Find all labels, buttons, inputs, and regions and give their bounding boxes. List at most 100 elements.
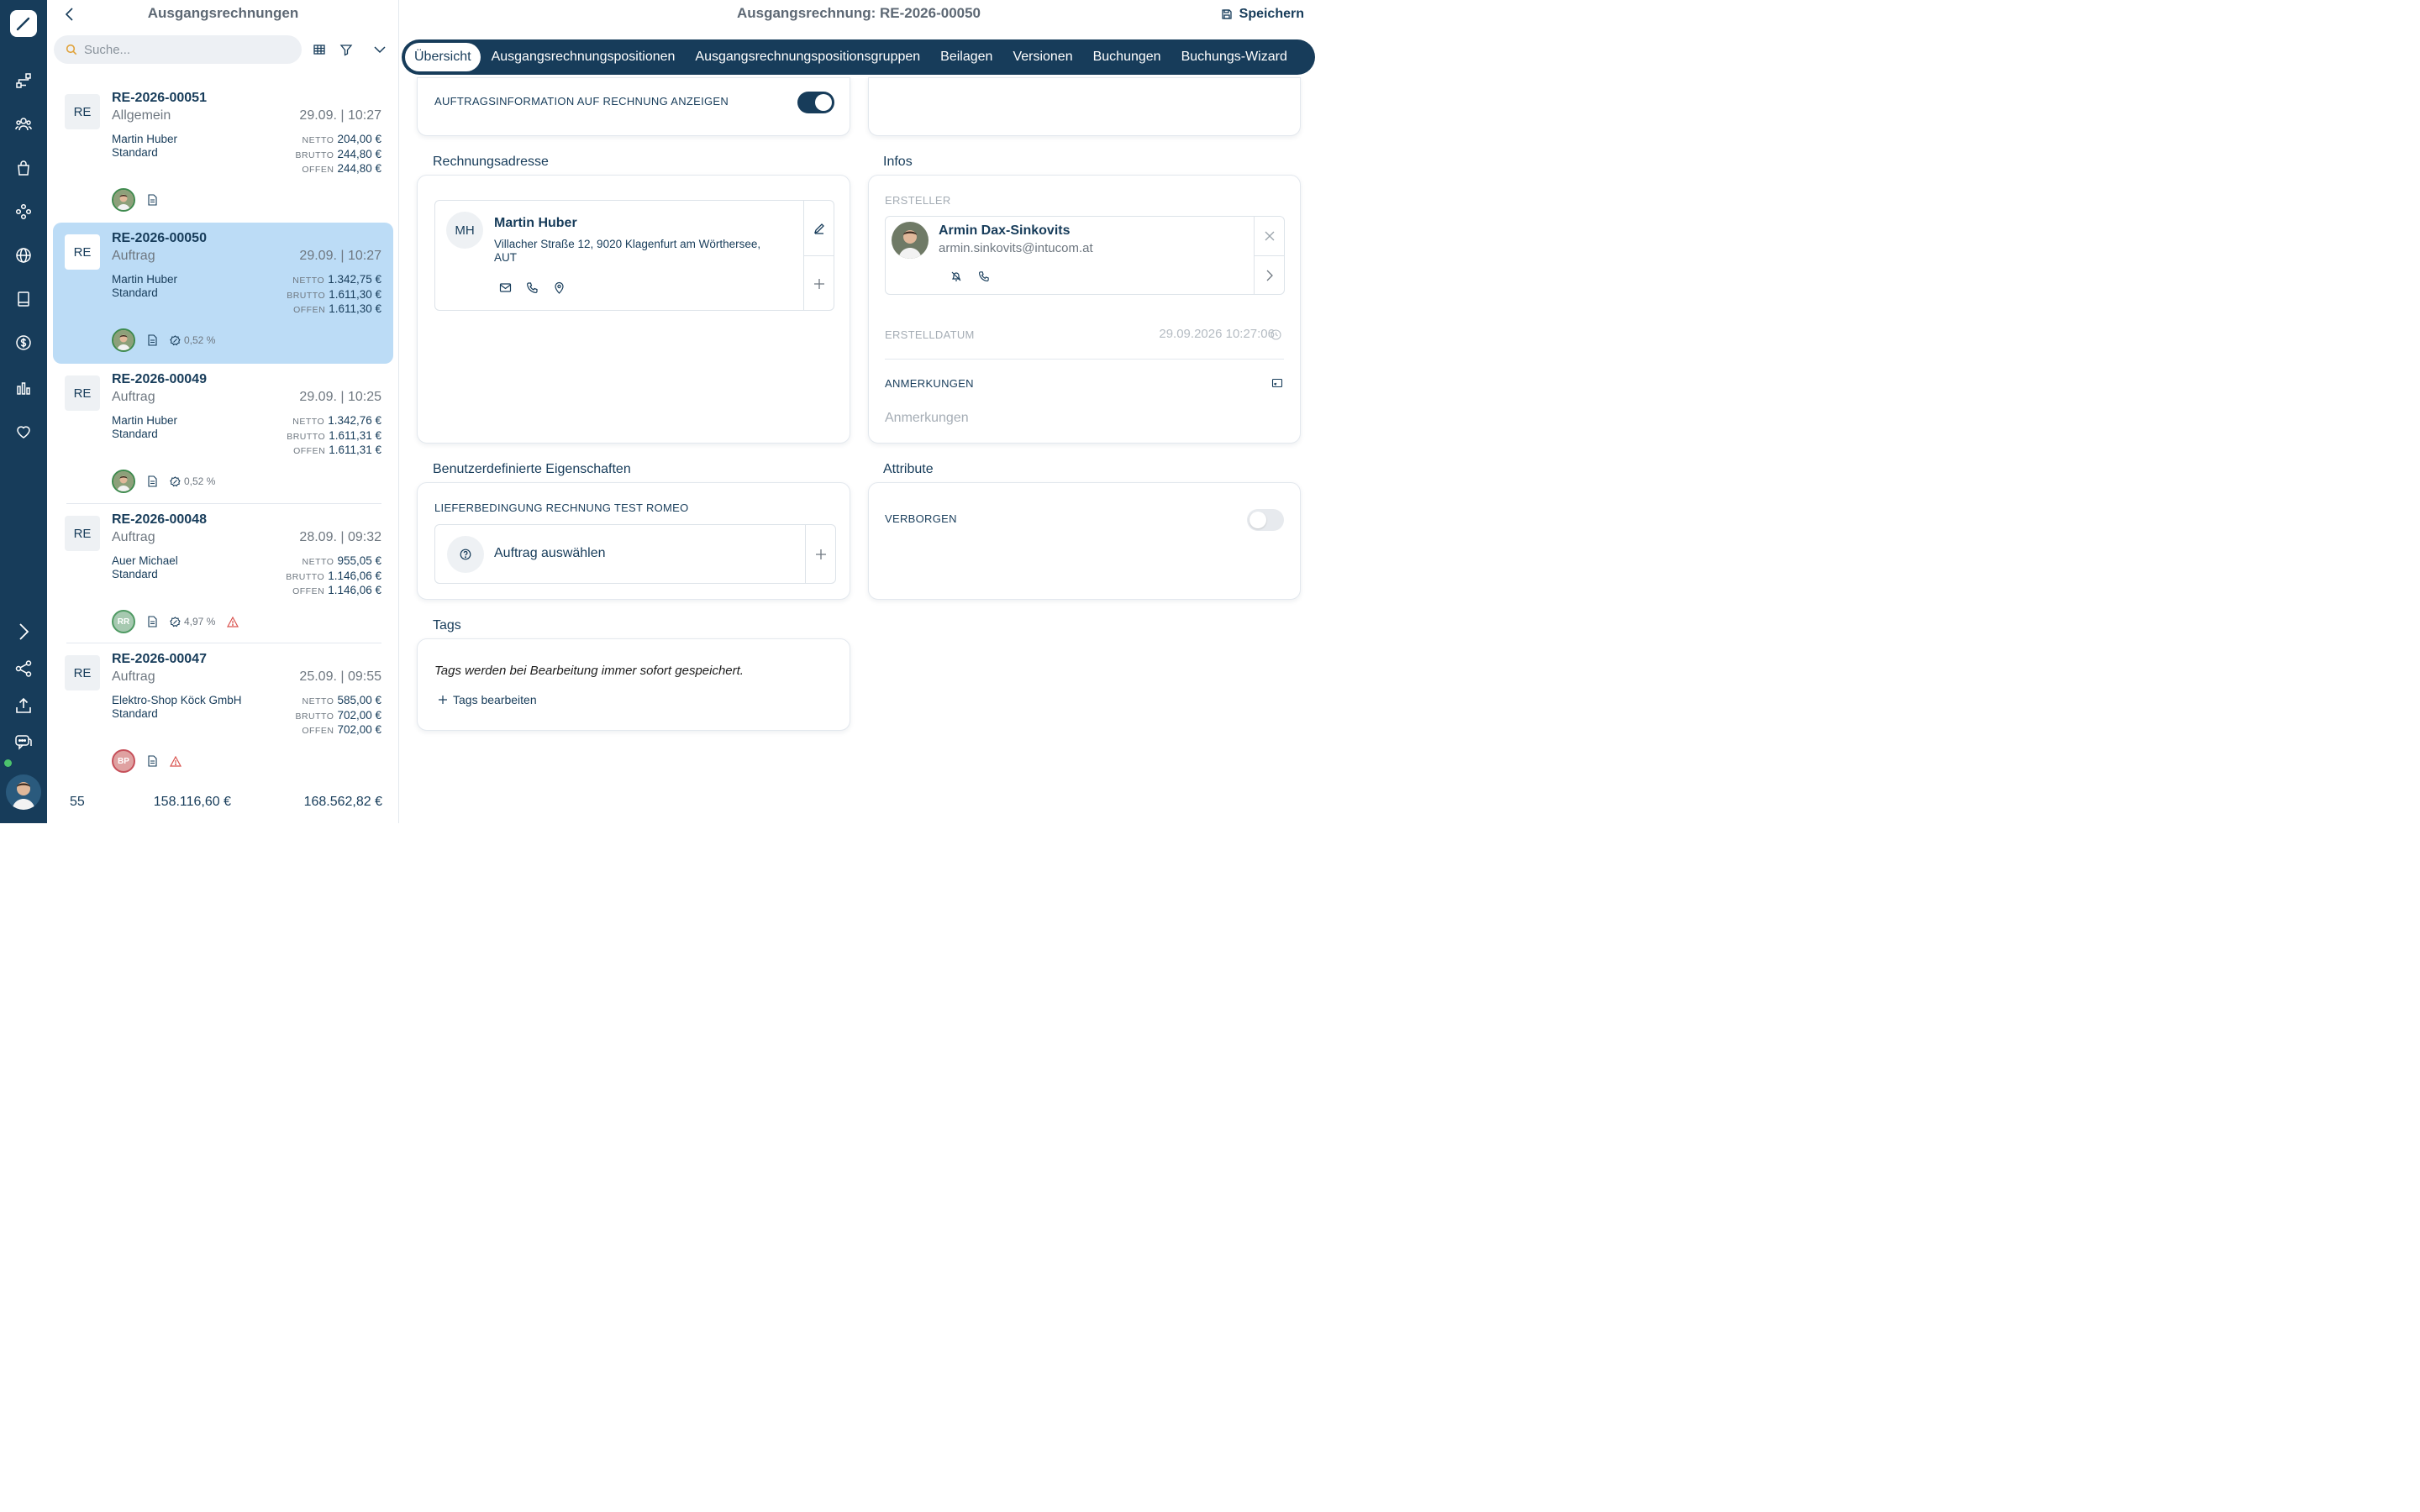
chart-icon[interactable] — [12, 376, 35, 400]
discount-icon — [170, 616, 181, 627]
users-icon[interactable] — [12, 113, 35, 136]
filter-icon[interactable] — [337, 40, 355, 59]
online-status-dot — [4, 759, 12, 767]
invoice-type-badge: RE — [65, 516, 100, 551]
invoice-number: RE-2026-00050 — [112, 231, 207, 245]
book-icon[interactable] — [12, 287, 35, 311]
phone-icon[interactable] — [526, 281, 539, 294]
remove-creator-button[interactable] — [1254, 217, 1284, 255]
save-button[interactable]: Speichern — [1221, 5, 1304, 24]
tab-positionen[interactable]: Ausgangsrechnungspositionen — [482, 43, 685, 71]
order-info-toggle[interactable] — [797, 92, 834, 113]
chevron-down-icon[interactable] — [371, 40, 389, 59]
invoice-card[interactable]: RE RE-2026-00051 Allgemein 29.09. | 10:2… — [53, 82, 393, 222]
address-text: Villacher Straße 12, 9020 Klagenfurt am … — [494, 238, 761, 264]
invoice-kind: Auftrag — [112, 669, 155, 684]
expand-notes-icon[interactable] — [1271, 377, 1283, 389]
search-field[interactable] — [54, 35, 302, 64]
document-icon[interactable] — [147, 334, 158, 346]
order-select[interactable]: Auftrag auswählen — [434, 524, 836, 584]
infos-section-title: Infos — [883, 155, 913, 169]
globe-icon[interactable] — [12, 244, 35, 267]
discount-badge: 0,52 % — [170, 475, 215, 487]
pen-logo-icon[interactable] — [10, 10, 37, 37]
invoice-card[interactable]: RE RE-2026-00049 Auftrag 29.09. | 10:25 … — [53, 364, 393, 504]
search-input[interactable] — [84, 42, 277, 57]
invoice-date: 25.09. | 09:55 — [299, 669, 381, 684]
tags-panel: Tags werden bei Bearbeitung immer sofort… — [417, 638, 850, 731]
add-address-button[interactable] — [803, 255, 834, 311]
save-label: Speichern — [1239, 7, 1304, 21]
main-navigation — [0, 0, 47, 823]
edit-address-button[interactable] — [803, 201, 834, 255]
user-avatar[interactable] — [6, 774, 41, 810]
invoice-meta: RR 4,97 % — [112, 610, 239, 633]
share-icon[interactable] — [12, 657, 35, 680]
invoice-number: RE-2026-00049 — [112, 372, 207, 386]
tab-uebersicht[interactable]: Übersicht — [405, 43, 481, 71]
flow-icon[interactable] — [12, 69, 35, 92]
phone-icon[interactable] — [978, 270, 990, 282]
tab-buchungs-wizard[interactable]: Buchungs-Wizard — [1172, 43, 1297, 71]
hidden-toggle[interactable] — [1247, 509, 1284, 531]
tab-positionsgruppen[interactable]: Ausgangsrechnungspositionsgruppen — [686, 43, 929, 71]
discount-value: 0,52 % — [184, 334, 216, 346]
tab-versionen[interactable]: Versionen — [1003, 43, 1081, 71]
heart-icon[interactable] — [12, 420, 35, 444]
location-icon[interactable] — [553, 281, 566, 294]
dollar-icon[interactable] — [12, 331, 35, 354]
document-icon[interactable] — [147, 475, 158, 487]
plus-icon — [813, 278, 825, 290]
no-notifications-icon[interactable] — [950, 270, 962, 282]
brutto-value: 1.611,31 € — [329, 428, 381, 442]
open-creator-button[interactable] — [1254, 255, 1284, 295]
tab-beilagen[interactable]: Beilagen — [931, 43, 1002, 71]
invoice-card[interactable]: RE RE-2026-00047 Auftrag 25.09. | 09:55 … — [53, 643, 393, 778]
invoice-list-panel: Ausgangsrechnungen RE RE-2026-00051 Allg… — [48, 0, 399, 823]
table-view-icon[interactable] — [310, 40, 329, 59]
chat-icon[interactable] — [12, 731, 35, 754]
billing-panel: MH Martin Huber Villacher Straße 12, 902… — [417, 175, 850, 444]
netto-label: NETTO — [302, 696, 334, 706]
brutto-value: 244,80 € — [337, 147, 381, 160]
offen-value: 702,00 € — [337, 723, 381, 736]
notes-input[interactable]: Anmerkungen — [885, 411, 969, 426]
netto-label: NETTO — [302, 557, 334, 567]
add-order-button[interactable] — [805, 525, 835, 583]
offen-label: OFFEN — [293, 446, 326, 456]
invoice-card[interactable]: RE RE-2026-00048 Auftrag 28.09. | 09:32 … — [53, 504, 393, 643]
brutto-value: 1.611,30 € — [329, 287, 381, 301]
upload-icon[interactable] — [12, 694, 35, 717]
pencil-icon — [813, 223, 825, 234]
invoice-count: 55 — [70, 795, 85, 809]
mail-icon[interactable] — [499, 281, 512, 294]
discount-icon — [170, 334, 181, 346]
chevron-right-icon[interactable] — [12, 620, 35, 643]
document-icon[interactable] — [147, 194, 158, 206]
edit-tags-button[interactable]: Tags bearbeiten — [438, 693, 537, 706]
invoice-meta: BP — [112, 749, 182, 773]
invoice-detail: Ausgangsrechnung: RE-2026-00050 Speicher… — [400, 0, 1318, 823]
document-icon[interactable] — [147, 616, 158, 627]
brutto-label: BRUTTO — [295, 150, 334, 160]
invoice-group: Standard — [112, 146, 158, 159]
discount-value: 4,97 % — [184, 616, 216, 627]
help-icon — [447, 536, 484, 573]
invoice-card[interactable]: RE RE-2026-00050 Auftrag 29.09. | 10:27 … — [53, 223, 393, 364]
tab-buchungen[interactable]: Buchungen — [1084, 43, 1171, 71]
invoice-type-badge: RE — [65, 234, 100, 270]
address-avatar: MH — [446, 212, 483, 249]
brutto-value: 1.146,06 € — [328, 569, 381, 582]
bag-icon[interactable] — [12, 156, 35, 180]
page-title: Ausgangsrechnung: RE-2026-00050 — [736, 5, 981, 21]
billing-section-title: Rechnungsadresse — [433, 155, 549, 169]
tags-section-title: Tags — [433, 618, 461, 633]
document-icon[interactable] — [147, 755, 158, 767]
network-icon[interactable] — [12, 200, 35, 223]
netto-label: NETTO — [292, 417, 325, 427]
creator-card: Armin Dax-Sinkovits armin.sinkovits@intu… — [885, 216, 1285, 295]
netto-value: 955,05 € — [337, 554, 381, 567]
invoice-kind: Allgemein — [112, 108, 171, 123]
brutto-label: BRUTTO — [287, 431, 326, 442]
invoice-date: 29.09. | 10:27 — [299, 108, 381, 123]
